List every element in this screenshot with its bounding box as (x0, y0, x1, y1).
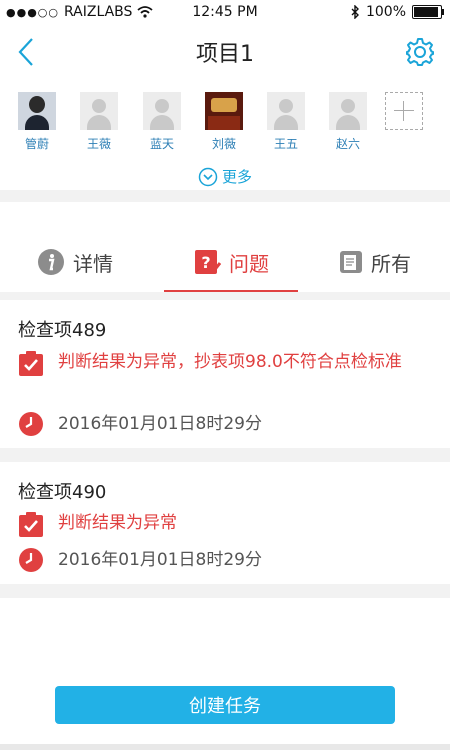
info-icon (38, 249, 64, 275)
issue-result-row: 判断结果为异常 (18, 510, 177, 538)
bottom-strip (0, 744, 450, 750)
avatar (143, 92, 181, 130)
tab-bar: 详情 ? 问题 所有 (0, 232, 450, 292)
nav-bar: 项目1 (0, 26, 450, 78)
battery-percent: 100% (365, 4, 406, 20)
member-name: 管蔚 (24, 137, 49, 151)
battery-icon (412, 5, 444, 19)
member-name: 刘薇 (211, 137, 236, 151)
member-item[interactable]: 刘薇 (199, 92, 249, 152)
section-divider (0, 190, 450, 202)
issue-title: 检查项490 (18, 482, 107, 503)
issue-time-row: 2016年01月01日8时29分 (18, 411, 262, 438)
tab-issues[interactable]: ? 问题 (164, 232, 298, 292)
avatar (267, 92, 305, 130)
tab-label: 所有 (371, 251, 411, 276)
member-item[interactable]: 管蔚 (12, 92, 62, 152)
bluetooth-icon (351, 5, 359, 19)
svg-text:?: ? (201, 253, 210, 272)
issue-time: 2016年01月01日8时29分 (58, 550, 262, 570)
issue-card[interactable]: 检查项490 判断结果为异常 2016年01月01日8时29分 (0, 462, 450, 584)
more-label: 更多 (221, 168, 252, 186)
section-divider (0, 448, 450, 462)
member-item[interactable]: 蓝天 (137, 92, 187, 152)
issue-result: 判断结果为异常 (58, 513, 177, 533)
member-item[interactable]: 王五 (261, 92, 311, 152)
tab-label: 详情 (73, 251, 113, 276)
member-item[interactable]: 王薇 (74, 92, 124, 152)
tab-all[interactable]: 所有 (300, 232, 450, 292)
issue-result-row: 判断结果为异常，抄表项98.0不符合点检标准 (18, 349, 428, 377)
clipboard-check-icon (19, 512, 43, 537)
issue-title: 检查项489 (18, 320, 107, 341)
more-button[interactable]: 更多 (0, 166, 450, 187)
member-name: 蓝天 (149, 137, 174, 151)
clock-icon (19, 548, 43, 572)
member-name: 赵六 (335, 137, 360, 151)
clock-icon (19, 412, 43, 436)
add-member-button[interactable] (385, 92, 423, 130)
member-list: 管蔚 王薇 蓝天 刘薇 王五 赵六 更多 (0, 78, 450, 190)
avatar (80, 92, 118, 130)
create-task-button[interactable]: 创建任务 (55, 686, 395, 724)
list-icon (340, 251, 362, 273)
avatar (329, 92, 367, 130)
issue-time: 2016年01月01日8时29分 (58, 414, 262, 434)
issue-result: 判断结果为异常，抄表项98.0不符合点检标准 (58, 352, 402, 372)
clipboard-check-icon (19, 351, 43, 376)
avatar (205, 92, 243, 130)
issue-card[interactable]: 检查项489 判断结果为异常，抄表项98.0不符合点检标准 2016年01月01… (0, 300, 450, 448)
issue-icon: ? (195, 250, 221, 274)
tab-details[interactable]: 详情 (0, 232, 150, 292)
member-item[interactable]: 赵六 (323, 92, 373, 152)
issue-time-row: 2016年01月01日8时29分 (18, 547, 262, 574)
section-divider (0, 584, 450, 598)
gear-icon[interactable] (404, 36, 436, 68)
tab-label: 问题 (229, 251, 269, 276)
status-bar: ●●●○○ RAIZLABS 12:45 PM 100% (0, 0, 450, 26)
member-name: 王五 (273, 137, 298, 151)
chevron-down-circle-icon (198, 167, 218, 186)
section-divider (0, 292, 450, 300)
page-title: 项目1 (196, 42, 254, 67)
member-name: 王薇 (86, 137, 111, 151)
avatar (18, 92, 56, 130)
